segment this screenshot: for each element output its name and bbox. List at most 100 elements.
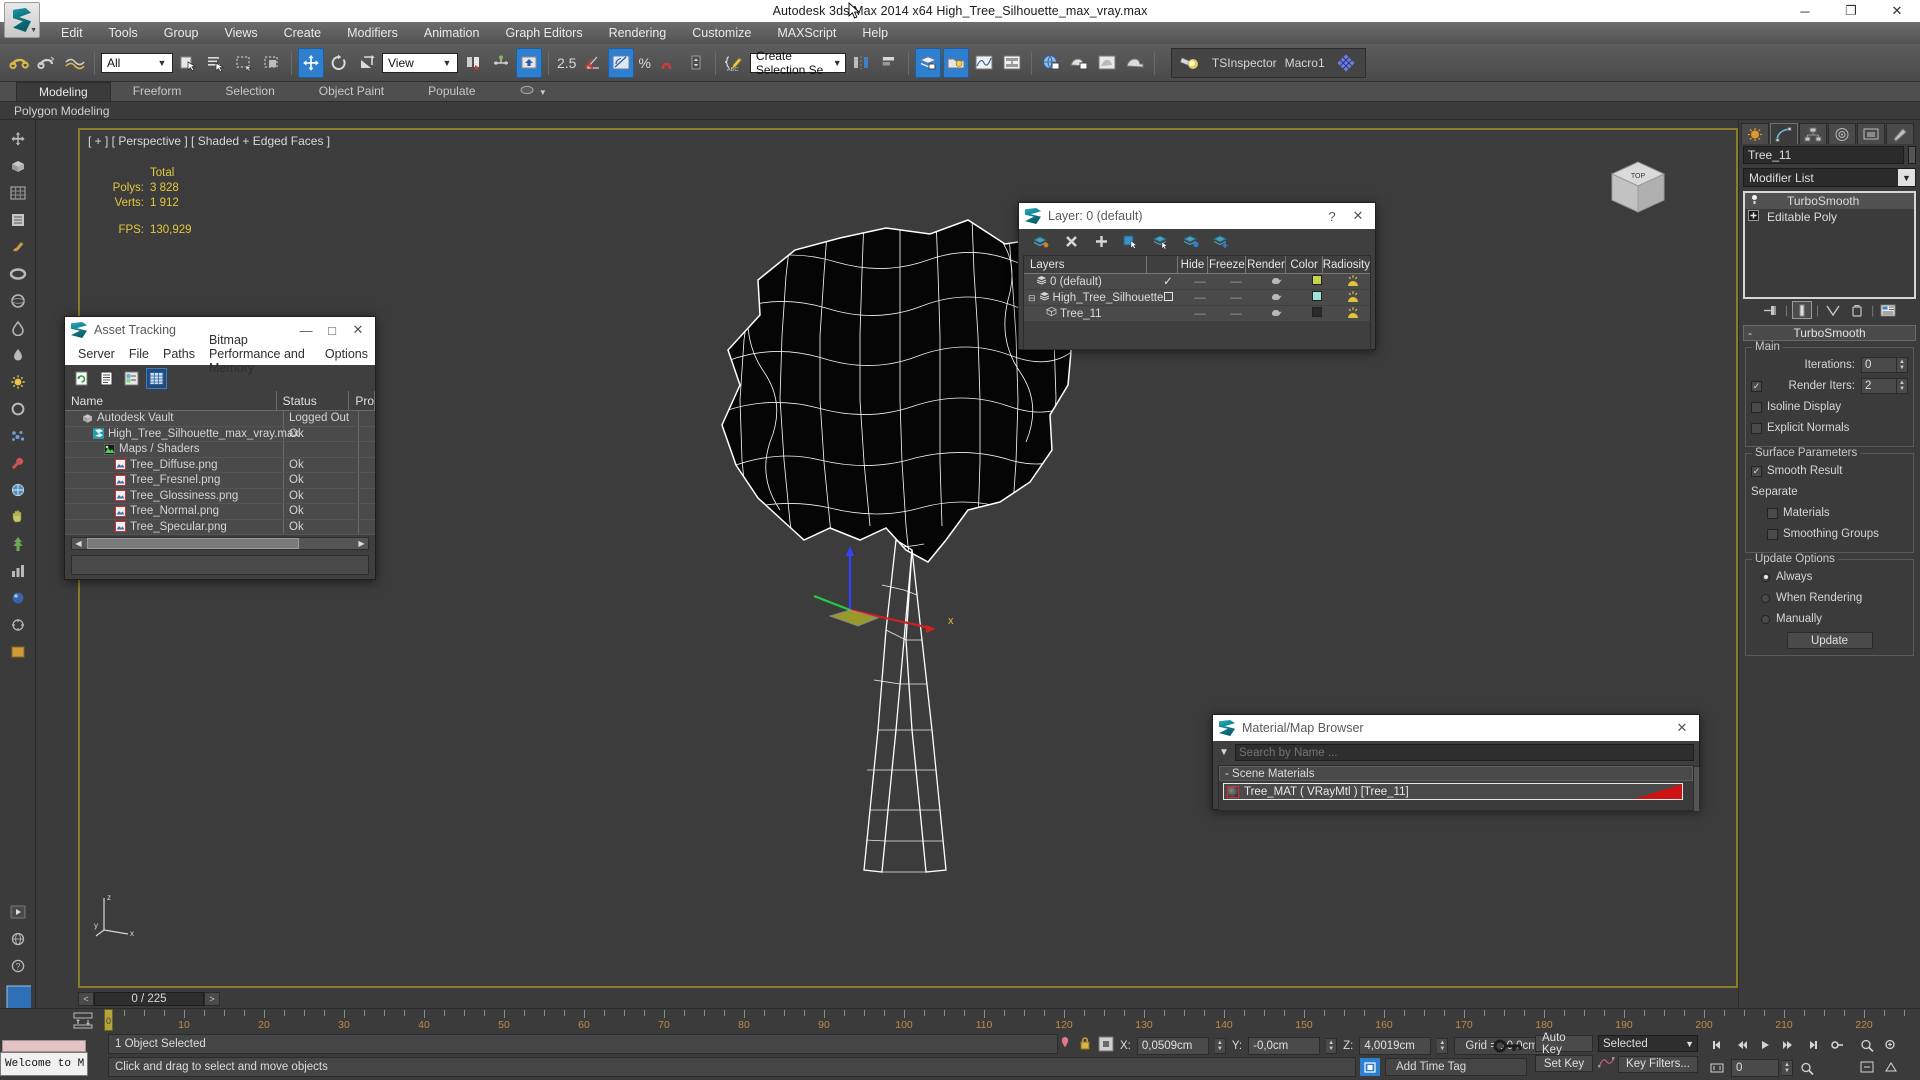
prev-frame-button[interactable]: < <box>78 992 94 1006</box>
asset-table-row[interactable]: Tree_Glossiness.png Ok <box>65 488 375 504</box>
layer-render-cell[interactable] <box>1256 290 1298 305</box>
layer-current-cell[interactable] <box>1152 290 1184 305</box>
field-row[interactable]: Manually <box>1751 610 1908 628</box>
modifier-stack-item[interactable]: TurboSmooth <box>1745 193 1914 209</box>
scene-explorer-button[interactable] <box>942 47 969 78</box>
material-browser-titlebar[interactable]: Material/Map Browser ✕ <box>1213 715 1699 741</box>
particles-icon[interactable] <box>5 425 31 447</box>
field-row[interactable]: ✓ Smooth Result <box>1751 462 1908 480</box>
modifier-list-dropdown[interactable]: Modifier List ▼ <box>1743 168 1916 187</box>
angle-snap-on-button[interactable] <box>608 47 635 78</box>
menu-item-modifiers[interactable]: Modifiers <box>334 22 411 44</box>
remove-modifier-icon[interactable] <box>1847 301 1867 319</box>
utilities-tab[interactable] <box>1886 123 1914 144</box>
orange-box-icon[interactable] <box>5 641 31 663</box>
layer-manager-button[interactable] <box>914 47 941 78</box>
rectangular-selection-region-button[interactable] <box>231 48 257 78</box>
selection-set-key-combo[interactable]: Selected ▼ <box>1598 1035 1698 1052</box>
ribbon-overflow-icon[interactable]: ▼ <box>498 82 569 101</box>
menu-item-edit[interactable]: Edit <box>48 22 96 44</box>
scrollbar-thumb[interactable] <box>87 538 299 549</box>
list-view-icon[interactable] <box>96 368 117 389</box>
select-object-button[interactable] <box>175 48 201 78</box>
wrench-icon[interactable] <box>5 452 31 474</box>
asset-table-row[interactable]: High_Tree_Silhouette_max_vray.max Ok <box>65 426 375 442</box>
column-render[interactable]: Render <box>1245 256 1285 273</box>
previous-frame-button[interactable] <box>1730 1035 1752 1055</box>
field-row[interactable]: When Rendering <box>1751 589 1908 607</box>
field-row[interactable]: Always <box>1751 568 1908 586</box>
hierarchy-tab[interactable] <box>1799 123 1827 144</box>
asset-menu-paths[interactable]: Paths <box>156 347 202 361</box>
move-tool-icon[interactable] <box>5 128 31 150</box>
motion-tab[interactable] <box>1828 123 1856 144</box>
column-color[interactable]: Color <box>1285 256 1321 273</box>
reference-coordinate-system-combo[interactable]: View ▼ <box>382 52 458 73</box>
hand-icon[interactable] <box>5 506 31 528</box>
play-arrow-icon[interactable] <box>5 901 31 923</box>
use-pivot-point-center-button[interactable] <box>460 48 486 78</box>
select-objects-in-layer-icon[interactable] <box>1121 231 1142 252</box>
turbosmooth-rollout-header[interactable]: - TurboSmooth <box>1743 325 1916 341</box>
refresh-icon[interactable] <box>71 368 92 389</box>
asset-table-row[interactable]: Tree_Specular.png Ok <box>65 519 375 535</box>
modify-tab[interactable] <box>1770 123 1798 144</box>
pin-stack-icon[interactable] <box>1761 301 1781 319</box>
select-and-manipulate-button[interactable] <box>488 48 514 78</box>
viewport-label[interactable]: [ + ] [ Perspective ] [ Shaded + Edged F… <box>88 134 330 148</box>
track-bar[interactable]: 10 20 30 40 50 60 70 80 90 100 110 120 130 140 150 160 1… <box>0 1008 1920 1032</box>
undo-button[interactable] <box>6 48 32 78</box>
layer-manager-dialog[interactable]: Layer: 0 (default) ? ✕ Layers Hide Freez… <box>1018 202 1376 350</box>
list-icon[interactable] <box>5 209 31 231</box>
material-search-box[interactable] <box>1235 744 1694 761</box>
zoom-all-button[interactable] <box>1880 1035 1902 1055</box>
next-frame-button[interactable] <box>1778 1035 1800 1055</box>
material-editor-button[interactable] <box>1038 48 1064 78</box>
column-hide[interactable]: Hide <box>1176 256 1208 273</box>
auto-key-button[interactable]: Auto Key <box>1535 1032 1593 1056</box>
layer-dialog-help-button[interactable]: ? <box>1319 204 1345 228</box>
asset-table-row[interactable]: Tree_Normal.png Ok <box>65 504 375 520</box>
asset-menu-bitmap-performance-and-memory[interactable]: Bitmap Performance and Memory <box>202 333 318 375</box>
menu-item-maxscript[interactable]: MAXScript <box>764 22 849 44</box>
edit-named-selection-sets-button[interactable]: ABC <box>722 48 748 78</box>
set-key-button[interactable]: Set Key <box>1535 1055 1593 1072</box>
add-time-tag-button[interactable]: Add Time Tag <box>1385 1058 1527 1076</box>
column-radiosity[interactable]: Radiosity <box>1321 256 1370 273</box>
time-slider-handle[interactable]: 0 <box>104 1009 113 1031</box>
render-production-button[interactable] <box>1122 48 1148 78</box>
macro1-button[interactable]: Macro1 <box>1285 56 1325 70</box>
asset-tracking-close-button[interactable]: ✕ <box>345 318 371 342</box>
asset-menu-options[interactable]: Options <box>318 347 375 361</box>
highlight-selected-objects-layer-icon[interactable] <box>1181 231 1202 252</box>
view-cube[interactable]: TOP <box>1602 152 1674 222</box>
current-frame-input[interactable]: 0 <box>1731 1059 1779 1077</box>
torus-icon[interactable] <box>5 263 31 285</box>
select-and-rotate-button[interactable] <box>326 48 352 78</box>
layer-color-cell[interactable] <box>1298 290 1336 305</box>
current-frame-spinner[interactable]: ▲ ▼ <box>1782 1060 1793 1076</box>
ribbon-tab-modeling[interactable]: Modeling <box>16 82 111 101</box>
play-animation-button[interactable] <box>1754 1035 1776 1055</box>
column-pro[interactable]: Pro <box>349 391 375 410</box>
next-frame-button[interactable]: > <box>204 992 220 1006</box>
tsinspector-button[interactable]: TSInspector <box>1212 56 1277 70</box>
absolute-relative-toggle-icon[interactable] <box>1098 1035 1114 1056</box>
circle-outline-icon[interactable] <box>5 398 31 420</box>
layer-render-cell[interactable] <box>1256 306 1298 321</box>
checkbox[interactable]: ✓ <box>1751 380 1762 392</box>
window-crossing-toggle-button[interactable] <box>259 48 285 78</box>
globe-icon[interactable] <box>5 928 31 950</box>
checkbox[interactable] <box>1767 528 1778 540</box>
x-spinner[interactable]: ▲ ▼ <box>1214 1037 1226 1054</box>
configure-modifier-sets-icon[interactable] <box>1878 301 1898 319</box>
layer-freeze-cell[interactable]: — <box>1216 306 1256 321</box>
asset-table-row[interactable]: Tree_Diffuse.png Ok <box>65 457 375 473</box>
select-and-link-button[interactable] <box>62 48 88 78</box>
value-spinner[interactable]: ▲ ▼ <box>1897 357 1908 373</box>
tree-icon[interactable] <box>5 533 31 555</box>
network-icon[interactable] <box>5 479 31 501</box>
teardrop-icon[interactable] <box>5 317 31 339</box>
open-mini-curve-editor-icon[interactable] <box>72 1011 94 1032</box>
lock-selection-icon[interactable] <box>1078 1035 1092 1056</box>
